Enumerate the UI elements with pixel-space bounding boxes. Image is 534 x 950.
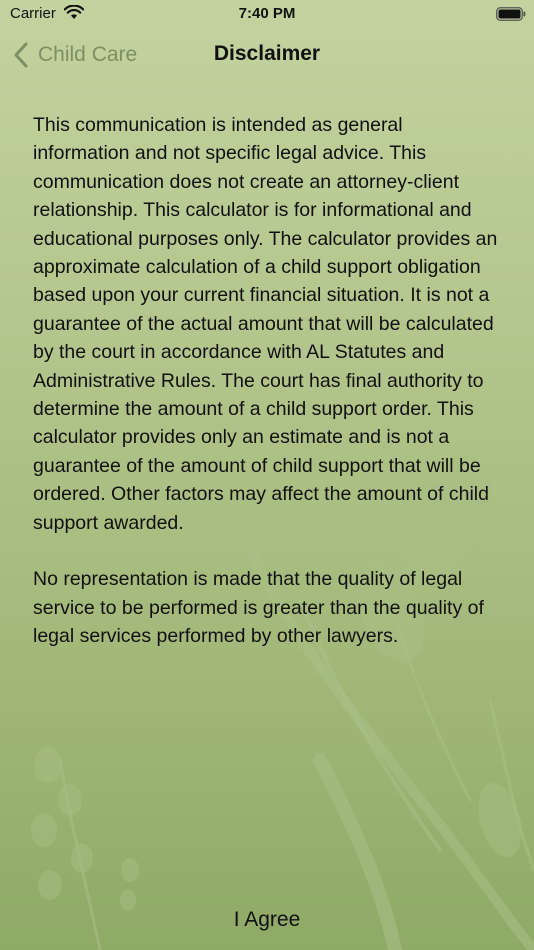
agree-button[interactable]: I Agree xyxy=(0,908,534,932)
disclaimer-text: This communication is intended as genera… xyxy=(33,111,503,678)
navigation-bar: Child Care Disclaimer xyxy=(0,28,534,80)
disclaimer-paragraph-1: This communication is intended as genera… xyxy=(33,114,498,534)
battery-icon xyxy=(496,7,526,21)
status-bar: Carrier 7:40 PM xyxy=(0,0,534,28)
status-time: 7:40 PM xyxy=(238,5,296,22)
disclaimer-paragraph-2: No representation is made that the quali… xyxy=(33,568,484,647)
page-title: Disclaimer xyxy=(213,42,321,65)
